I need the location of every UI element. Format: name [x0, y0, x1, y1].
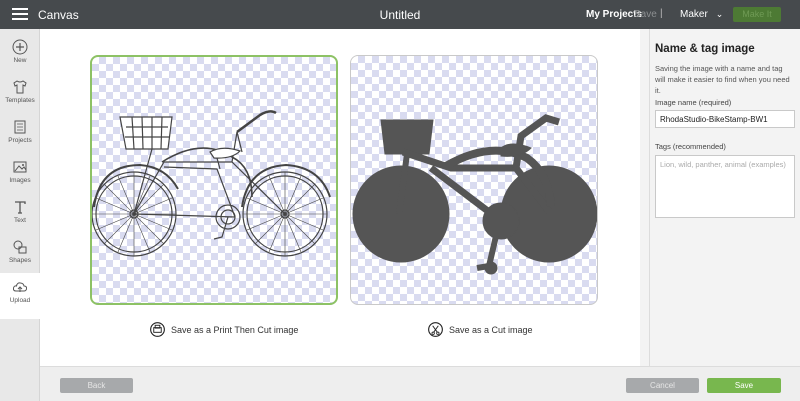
back-button[interactable]: Back: [60, 378, 133, 393]
tags-label: Tags (recommended): [655, 142, 726, 151]
panel-title: Name & tag image: [655, 43, 755, 55]
cancel-button[interactable]: Cancel: [626, 378, 699, 393]
sidebar-item-label: Templates: [5, 97, 35, 104]
sidebar-item-label: Upload: [9, 297, 31, 304]
cloud-upload-icon: [12, 282, 28, 292]
machine-selector[interactable]: Maker ⌄: [680, 9, 723, 20]
bottom-bar: Back Cancel Save: [40, 366, 800, 401]
tags-input[interactable]: [655, 155, 795, 218]
text-t-icon: [15, 201, 26, 214]
make-it-button[interactable]: Make It: [733, 7, 781, 22]
app-title: Canvas: [38, 8, 79, 22]
bike-line-art-image: [92, 110, 331, 257]
shapes-icon: [13, 240, 27, 254]
left-sidebar: New Templates Projects Images Text Shape…: [0, 29, 40, 401]
sidebar-item-label: Text: [14, 217, 26, 224]
print-then-cut-label: Save as a Print Then Cut image: [171, 324, 299, 335]
name-tag-panel: Name & tag image Saving the image with a…: [649, 29, 800, 366]
menu-icon[interactable]: [12, 8, 28, 20]
document-title[interactable]: Untitled: [380, 8, 421, 22]
print-then-cut-preview[interactable]: [90, 55, 338, 305]
image-name-input[interactable]: [655, 110, 795, 128]
sidebar-item-label: New: [13, 57, 27, 64]
image-name-label: Image name (required): [655, 98, 732, 107]
save-link-disabled: Save: [634, 9, 657, 20]
cut-label: Save as a Cut image: [449, 324, 533, 335]
save-button[interactable]: Save: [707, 378, 781, 393]
sidebar-item-label: Shapes: [8, 257, 32, 264]
top-bar: Canvas Untitled My Projects Save | Maker…: [0, 0, 800, 29]
sidebar-item-upload[interactable]: Upload: [0, 273, 40, 319]
sidebar-item-label: Projects: [8, 137, 32, 144]
bike-silhouette-image: [352, 114, 597, 275]
grid-icon: [14, 120, 26, 134]
sidebar-item-label: Images: [9, 177, 31, 184]
print-then-cut-option[interactable]: Save as a Print Then Cut image: [150, 322, 298, 337]
cut-option[interactable]: Save as a Cut image: [428, 322, 533, 337]
chevron-down-icon: ⌄: [715, 9, 724, 19]
cut-image-preview[interactable]: [350, 55, 598, 305]
plus-circle-icon: [12, 39, 28, 55]
scissors-icon: [428, 322, 443, 337]
image-icon: [13, 161, 27, 173]
panel-description: Saving the image with a name and tag wil…: [655, 64, 790, 95]
printer-icon: [150, 322, 165, 337]
main-panel: Save as a Print Then Cut image Save as a…: [40, 29, 640, 366]
separator: |: [660, 8, 663, 19]
machine-label: Maker: [680, 9, 708, 20]
shirt-icon: [13, 80, 27, 94]
